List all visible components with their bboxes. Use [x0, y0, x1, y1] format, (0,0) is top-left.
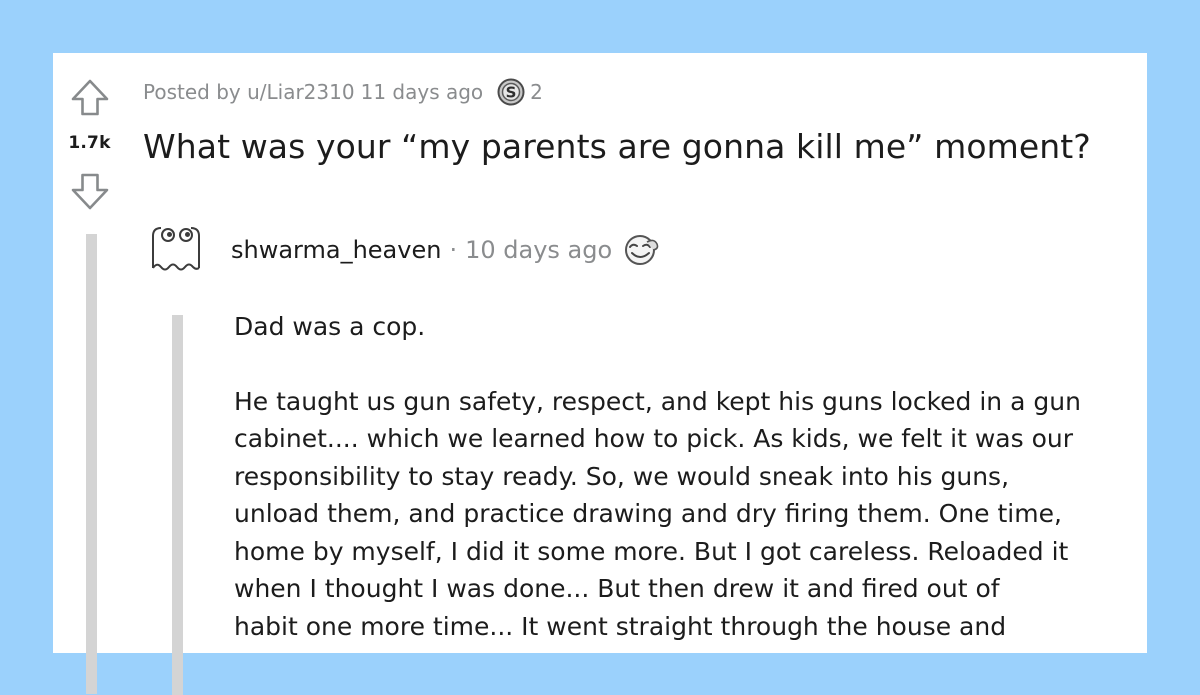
downvote-arrow-icon: [71, 173, 109, 210]
post-award[interactable]: S 2: [497, 78, 543, 106]
silver-award-icon: S: [497, 78, 525, 106]
post-card: 1.7k Posted by u/Liar2310 11 days ago S …: [53, 53, 1147, 695]
comment-paragraph: Dad was a cop.: [234, 312, 426, 341]
post-author[interactable]: Posted by u/Liar2310: [143, 80, 355, 104]
comment-author[interactable]: shwarma_heaven: [231, 236, 441, 264]
ghost-avatar-icon[interactable]: [148, 224, 204, 272]
post-time: 11 days ago: [360, 80, 484, 104]
comment-line: responsibility to stay ready. So, we wou…: [234, 461, 1010, 491]
comment-thread-line[interactable]: [172, 315, 183, 695]
meta-separator: ·: [449, 236, 458, 264]
thread-line[interactable]: [86, 234, 97, 694]
upvote-button[interactable]: [70, 78, 110, 118]
comment-time: 10 days ago: [465, 236, 613, 264]
vote-score: 1.7k: [68, 133, 111, 153]
comment-line: He taught us gun safety, respect, and ke…: [234, 386, 1081, 416]
svg-text:S: S: [506, 84, 517, 102]
comment-meta: shwarma_heaven · 10 days ago: [231, 233, 660, 267]
award-count: 2: [530, 80, 543, 104]
post-meta: Posted by u/Liar2310 11 days ago S 2: [143, 78, 543, 106]
comment-line: home by myself, I did it some more. But …: [234, 536, 1069, 566]
post-title[interactable]: What was your “my parents are gonna kill…: [143, 125, 1091, 169]
comment-line: habit one more time... It went straight …: [234, 611, 1007, 641]
comment-body: Dad was a cop. He taught us gun safety, …: [234, 308, 1134, 645]
comment-line: cabinet.... which we learned how to pick…: [234, 424, 1074, 453]
wholesome-award-icon[interactable]: [622, 233, 660, 267]
upvote-arrow-icon: [71, 79, 109, 116]
comment-line: unload them, and practice drawing and dr…: [234, 499, 1062, 528]
comment-line: when I thought I was done... But then dr…: [234, 574, 1000, 603]
downvote-button[interactable]: [70, 171, 110, 211]
